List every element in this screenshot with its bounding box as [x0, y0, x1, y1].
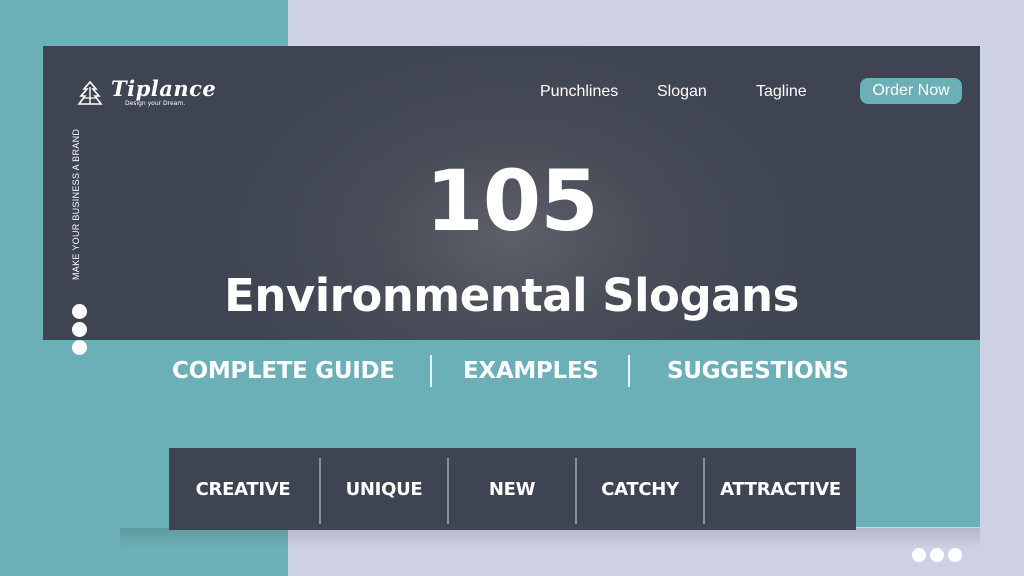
top-nav: Punchlines Slogan Tagline — [43, 80, 980, 104]
feature-unique: UNIQUE — [345, 478, 423, 500]
dot — [948, 548, 962, 562]
feature-attractive: ATTRACTIVE — [720, 478, 841, 500]
feature-creative: CREATIVE — [195, 478, 291, 500]
nav-item-slogan[interactable]: Slogan — [657, 80, 707, 104]
subtitle-complete-guide: COMPLETE GUIDE — [172, 358, 395, 384]
nav-item-punchlines[interactable]: Punchlines — [540, 80, 618, 104]
feature-bar: CREATIVE UNIQUE NEW CATCHY ATTRACTIVE — [169, 448, 856, 530]
subtitle-row: COMPLETE GUIDE EXAMPLES SUGGESTIONS — [43, 353, 980, 389]
nav-item-tagline[interactable]: Tagline — [756, 80, 807, 104]
hero-number: 105 — [425, 152, 598, 250]
subtitle-suggestions: SUGGESTIONS — [667, 358, 849, 384]
dot — [930, 548, 944, 562]
order-now-button[interactable]: Order Now — [860, 78, 962, 104]
subtitle-examples: EXAMPLES — [463, 358, 599, 384]
feature-new: NEW — [488, 478, 536, 500]
horizontal-dots-decoration — [912, 548, 962, 562]
dot — [912, 548, 926, 562]
banner-card: Tiplance Design your Dream. Punchlines S… — [43, 46, 980, 530]
feature-catchy: CATCHY — [601, 478, 679, 500]
dot — [72, 322, 87, 337]
subtitle-divider — [430, 355, 432, 387]
card-shadow — [120, 528, 980, 548]
hero-headline: Environmental Slogans — [224, 269, 799, 322]
subtitle-divider — [628, 355, 630, 387]
